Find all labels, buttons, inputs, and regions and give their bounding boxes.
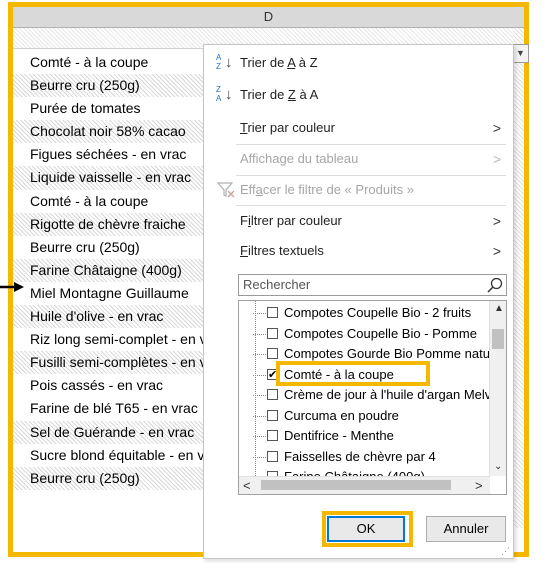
menu-label: Trier de <box>240 87 288 102</box>
menu-text-filters[interactable]: Filtres textuels > <box>204 239 513 263</box>
clear-filter-icon <box>217 182 235 198</box>
search-placeholder: Rechercher <box>243 277 311 292</box>
table-cell[interactable]: Huile d'olive - en vrac <box>13 305 208 329</box>
list-item-label: Compotes Coupelle Bio - Pomme <box>284 325 477 341</box>
table-cell[interactable]: Farine Châtaigne (400g) <box>13 258 208 282</box>
resize-grip-icon[interactable]: ⋰ <box>501 546 511 556</box>
tree-connector <box>253 415 266 417</box>
table-cell[interactable]: Riz long semi-complet - en vrac <box>13 328 208 351</box>
menu-sort-a-z[interactable]: A Z ↓ Trier de A à Z <box>204 51 513 75</box>
menu-accelerator: A <box>287 55 296 70</box>
search-input[interactable]: Rechercher <box>238 274 507 296</box>
table-cell[interactable]: Chocolat noir 58% cacao <box>13 120 208 144</box>
scroll-thumb[interactable] <box>492 329 504 349</box>
menu-label: iltres textuels <box>247 243 324 258</box>
chevron-right-icon: > <box>492 213 501 229</box>
checkbox[interactable] <box>267 348 278 359</box>
table-cell[interactable]: Liquide vaisselle - en vrac <box>13 166 208 190</box>
menu-label: Affichage du tableau <box>240 151 359 166</box>
menu-label: ltrer par couleur <box>250 213 342 228</box>
tree-connector <box>253 436 266 437</box>
highlight-box <box>276 361 430 386</box>
tree-connector <box>255 301 256 476</box>
sort-z-a-icon: Z A ↓ <box>216 85 233 103</box>
chevron-right-icon: > <box>492 120 501 136</box>
tree-connector <box>253 313 266 314</box>
list-item-label: Faisselles de chèvre par 4 <box>284 448 436 464</box>
scroll-thumb[interactable] <box>261 480 451 490</box>
list-item-label: Dentifrice - Menthe <box>284 428 394 443</box>
menu-label: F <box>240 213 248 228</box>
menu-label: à A <box>295 87 319 102</box>
menu-label: rier par couleur <box>247 120 335 135</box>
ok-highlight-box <box>322 511 413 547</box>
chevron-right-icon: > <box>492 243 501 259</box>
table-cell[interactable]: Sel de Guérande - en vrac <box>13 420 208 444</box>
checkbox[interactable] <box>267 307 278 318</box>
table-cell[interactable]: Pois cassés - en vrac <box>13 374 208 397</box>
tree-connector <box>253 374 266 376</box>
menu-accelerator: F <box>240 243 248 258</box>
table-cell[interactable]: Beurre cru (250g) <box>13 74 208 98</box>
tree-connector <box>253 354 266 355</box>
menu-label: cer le filtre de « Produits » <box>262 182 414 197</box>
menu-accelerator: Z <box>287 87 296 102</box>
list-item-label: Compotes Coupelle Bio - 2 fruits <box>284 305 472 320</box>
menu-filter-by-color[interactable]: Filtrer par couleur > <box>204 209 513 233</box>
list-item-label: Curcuma en poudre <box>284 407 399 423</box>
menu-separator <box>236 144 506 145</box>
table-cell[interactable]: Beurre cru (250g) <box>13 466 208 490</box>
table-cell[interactable]: Rigotte de chèvre fraiche <box>13 212 208 236</box>
filter-dropdown-button[interactable]: ▼ <box>512 44 529 63</box>
table-cell[interactable]: Fusilli semi-complètes - en vrac <box>13 351 208 375</box>
checkbox[interactable] <box>267 327 278 339</box>
values-list[interactable]: Compotes Coupelle Bio - 2 fruits Compotes… <box>238 300 507 495</box>
menu-sort-z-a[interactable]: Z A ↓ Trier de Z à A <box>204 83 513 107</box>
menu-accelerator: a <box>255 182 263 197</box>
horizontal-scrollbar[interactable]: < > <box>239 476 490 494</box>
table-cell[interactable]: Sucre blond équitable - en vrac <box>13 444 208 467</box>
pointer-arrow-icon <box>0 282 24 292</box>
scroll-down-icon[interactable]: ⌄ <box>494 461 502 472</box>
sort-a-z-icon: A Z ↓ <box>216 53 233 71</box>
scroll-left-icon[interactable]: < <box>243 478 251 493</box>
menu-sort-by-color[interactable]: Trier par couleur > <box>204 116 513 140</box>
menu-label: à Z <box>295 55 318 70</box>
menu-label: Trier de <box>240 55 288 70</box>
checkbox[interactable] <box>267 389 278 400</box>
tree-connector <box>253 333 266 335</box>
vertical-scrollbar[interactable]: ▲ ⌄ <box>489 301 506 476</box>
scroll-up-icon[interactable]: ▲ <box>494 303 504 314</box>
table-cell[interactable]: Comté - à la coupe <box>13 190 208 213</box>
menu-clear-filter: Effacer le filtre de « Produits » <box>204 178 513 202</box>
column-cells: Comté - à la coupe Beurre cru (250g) Purée… <box>13 51 208 490</box>
tree-connector <box>253 456 266 458</box>
chevron-right-icon: > <box>492 151 501 167</box>
search-icon <box>487 277 503 293</box>
menu-sheet-view: Affichage du tableau > <box>204 147 513 171</box>
scroll-right-icon[interactable]: > <box>475 478 483 493</box>
table-cell[interactable]: Purée de tomates <box>13 97 208 120</box>
checkbox[interactable] <box>267 409 278 421</box>
filter-menu: A Z ↓ Trier de A à Z Z A ↓ Trier de Z à … <box>203 44 514 559</box>
menu-separator <box>236 205 506 206</box>
table-cell[interactable]: Beurre cru (250g) <box>13 236 208 259</box>
column-header-d[interactable]: D <box>13 7 524 28</box>
adjacent-column <box>513 28 524 528</box>
table-cell[interactable]: Comté - à la coupe <box>13 51 208 74</box>
table-cell[interactable]: Miel Montagne Guillaume <box>13 282 208 305</box>
list-item-label: Crème de jour à l'huile d'argan Melvita <box>284 387 506 402</box>
checkbox[interactable] <box>267 430 278 441</box>
table-cell[interactable]: Figues séchées - en vrac <box>13 143 208 166</box>
cancel-button[interactable]: Annuler <box>426 516 506 542</box>
table-cell[interactable]: Farine de blé T65 - en vrac <box>13 397 208 420</box>
menu-separator <box>236 175 506 176</box>
checkbox[interactable] <box>267 450 278 462</box>
menu-label: Eff <box>240 182 256 197</box>
tree-connector <box>253 395 266 396</box>
